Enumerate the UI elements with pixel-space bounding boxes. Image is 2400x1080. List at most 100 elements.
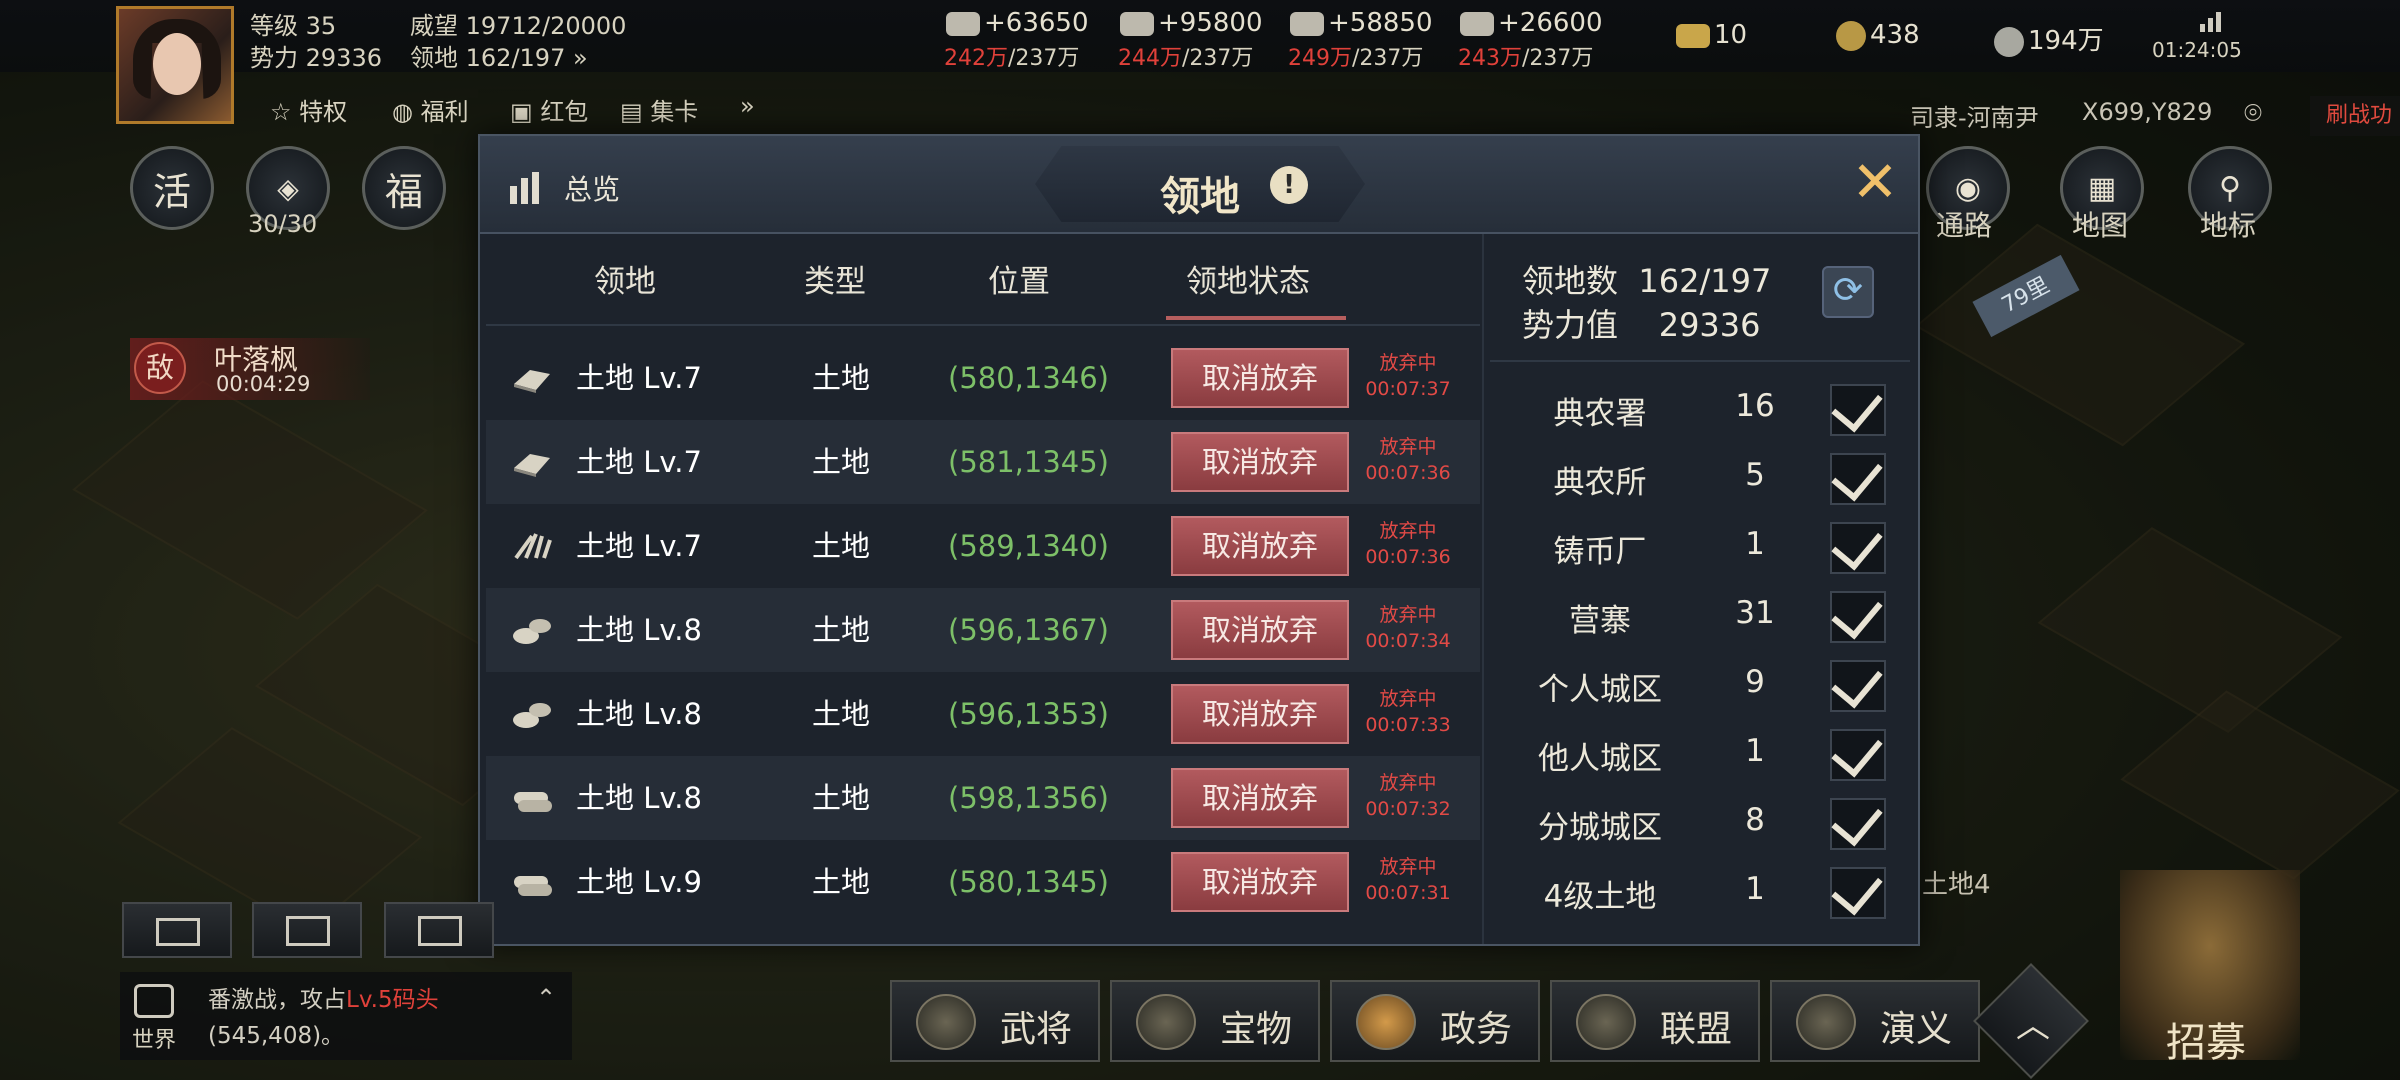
enemy-tag[interactable]: 敌 叶落枫 00:04:29 — [130, 338, 370, 400]
jade-currency[interactable]: 438 — [1836, 20, 1920, 51]
player-avatar[interactable] — [116, 6, 234, 124]
filter-count: 31 — [1735, 595, 1775, 631]
filter-checkbox[interactable] — [1830, 793, 1886, 850]
filter-count: 5 — [1745, 457, 1765, 493]
abandon-status: 放弃中 00:07:37 — [1365, 352, 1451, 400]
row-position-link[interactable]: (596,1353) — [948, 672, 1109, 756]
table-row[interactable]: 土地 Lv.7 土地 (581,1345) 取消放弃 放弃中 00:07:36 — [486, 420, 1480, 504]
world-chat[interactable]: 世界 番激战，攻占Lv.5码头(545,408)。 ⌃ — [120, 972, 572, 1060]
table-row[interactable]: 土地 Lv.7 土地 (580,1346) 取消放弃 放弃中 00:07:37 — [486, 336, 1480, 420]
nav-alliance[interactable]: 联盟 — [1550, 980, 1760, 1062]
abandon-status: 放弃中 00:07:31 — [1365, 856, 1451, 904]
mail-button[interactable] — [122, 902, 232, 958]
cancel-abandon-button[interactable]: 取消放弃 — [1171, 516, 1349, 576]
checkmark-icon — [1831, 517, 1883, 571]
col-header-status[interactable]: 领地状态 — [1156, 256, 1340, 301]
row-name: 土地 Lv.8 — [576, 697, 702, 731]
enemy-timer: 00:04:29 — [216, 372, 311, 396]
location-region: 司隶-河南尹 — [1910, 104, 2039, 132]
row-position-link[interactable]: (580,1346) — [948, 336, 1109, 420]
row-name: 土地 Lv.8 — [576, 613, 702, 647]
filter-checkbox[interactable] — [1830, 655, 1886, 712]
menu-expand-icon[interactable]: » — [740, 92, 755, 120]
col-header-position: 位置 — [988, 264, 1050, 300]
stamina-icon: ◈ — [277, 171, 299, 205]
resource-wood[interactable]: +63650 — [946, 8, 1089, 38]
map-icon: ▦ — [2087, 170, 2117, 206]
row-position-link[interactable]: (589,1340) — [948, 504, 1109, 588]
filter-count: 8 — [1745, 802, 1765, 838]
cancel-abandon-button[interactable]: 取消放弃 — [1171, 684, 1349, 744]
nav-affairs[interactable]: 政务 — [1330, 980, 1540, 1062]
close-icon[interactable]: ✕ — [1848, 155, 1902, 212]
territory-panel: 总览 领地 ! ✕ 领地 类型 位置 领地状态 土地 Lv.7 土地 (580,… — [478, 134, 1920, 946]
row-type: 土地 — [811, 781, 870, 815]
cancel-abandon-button[interactable]: 取消放弃 — [1171, 432, 1349, 492]
info-icon[interactable]: ! — [1270, 166, 1308, 204]
copper-currency[interactable]: 194万 — [1994, 20, 2104, 57]
chevron-up-icon: ︿ — [2016, 1006, 2050, 1046]
stone-icon — [510, 698, 556, 730]
abandon-status: 放弃中 00:07:32 — [1365, 772, 1451, 820]
resource-grain[interactable]: +26600 — [1460, 8, 1603, 38]
resource-stone[interactable]: +95800 — [1120, 8, 1263, 38]
filter-checkbox[interactable] — [1830, 517, 1886, 574]
farm-merit-button[interactable]: 刷战功 — [2310, 96, 2400, 136]
nav-story[interactable]: 演义 — [1770, 980, 1980, 1062]
filter-name: 4级土地 — [1543, 879, 1657, 915]
filter-checkbox[interactable] — [1830, 586, 1886, 643]
chat-channel: 世界 — [132, 1028, 177, 1053]
row-position-link[interactable]: (581,1345) — [948, 420, 1109, 504]
table-row[interactable]: 土地 Lv.8 土地 (596,1353) 取消放弃 放弃中 00:07:33 — [486, 672, 1480, 756]
filter-checkbox[interactable] — [1830, 724, 1886, 781]
filter-checkbox[interactable] — [1830, 862, 1886, 919]
table-row[interactable]: 土地 Lv.8 土地 (596,1367) 取消放弃 放弃中 00:07:34 — [486, 588, 1480, 672]
row-position-link[interactable]: (596,1367) — [948, 588, 1109, 672]
fortune-button[interactable]: 福 — [362, 146, 446, 230]
checkmark-icon — [1831, 655, 1883, 709]
menu-privilege[interactable]: ☆ 特权 — [270, 92, 347, 127]
status-sort-indicator — [1166, 316, 1346, 320]
activity-button[interactable]: 活 — [130, 146, 214, 230]
refresh-icon[interactable]: ⟳ — [1822, 266, 1874, 318]
recruit-button[interactable]: 招募 — [2166, 1010, 2246, 1068]
checkmark-icon — [1831, 793, 1883, 847]
chat-expand-icon[interactable]: ⌃ — [536, 984, 556, 1012]
cancel-abandon-button[interactable]: 取消放弃 — [1171, 348, 1349, 408]
menu-red-packet[interactable]: ▣ 红包 — [510, 92, 588, 127]
player-territory[interactable]: 领地 162/197 » — [410, 38, 588, 73]
resource-iron[interactable]: +58850 — [1290, 8, 1433, 38]
row-type: 土地 — [811, 445, 870, 479]
location-coords[interactable]: X699,Y829 — [2082, 98, 2212, 126]
map-pin-icon[interactable]: ⌾ — [2244, 96, 2262, 131]
row-position-link[interactable]: (580,1345) — [948, 840, 1109, 924]
scroll-button[interactable] — [252, 902, 362, 958]
filter-count: 1 — [1745, 733, 1765, 769]
filter-count: 1 — [1745, 871, 1765, 907]
abandon-status: 放弃中 00:07:36 — [1365, 436, 1451, 484]
scroll-icon — [286, 916, 330, 946]
affairs-icon — [1356, 994, 1416, 1050]
cancel-abandon-button[interactable]: 取消放弃 — [1171, 852, 1349, 912]
nav-generals[interactable]: 武将 — [890, 980, 1100, 1062]
cancel-abandon-button[interactable]: 取消放弃 — [1171, 768, 1349, 828]
overview-chart-icon[interactable] — [510, 168, 550, 204]
row-position-link[interactable]: (598,1356) — [948, 756, 1109, 840]
notice-button[interactable] — [384, 902, 494, 958]
row-name: 土地 Lv.9 — [576, 865, 702, 899]
gold-bar-currency[interactable]: 10 — [1676, 20, 1747, 50]
territory-count: 领地数 162/197 — [1522, 262, 1772, 300]
filter-checkbox[interactable] — [1830, 379, 1886, 436]
menu-welfare[interactable]: ◍ 福利 — [392, 92, 469, 127]
power-value: 势力值 29336 — [1522, 306, 1761, 344]
table-row[interactable]: 土地 Lv.8 土地 (598,1356) 取消放弃 放弃中 00:07:32 — [486, 756, 1480, 840]
table-row[interactable]: 土地 Lv.9 土地 (580,1345) 取消放弃 放弃中 00:07:31 — [486, 840, 1480, 924]
menu-card-collection[interactable]: ▤ 集卡 — [620, 92, 698, 127]
overview-button[interactable]: 总览 — [564, 168, 620, 208]
table-row[interactable]: 土地 Lv.7 土地 (589,1340) 取消放弃 放弃中 00:07:36 — [486, 504, 1480, 588]
resource-iron-stock: 249万/237万 — [1288, 46, 1424, 71]
filter-checkbox[interactable] — [1830, 448, 1886, 505]
row-type: 土地 — [811, 529, 870, 563]
cancel-abandon-button[interactable]: 取消放弃 — [1171, 600, 1349, 660]
nav-treasure[interactable]: 宝物 — [1110, 980, 1320, 1062]
